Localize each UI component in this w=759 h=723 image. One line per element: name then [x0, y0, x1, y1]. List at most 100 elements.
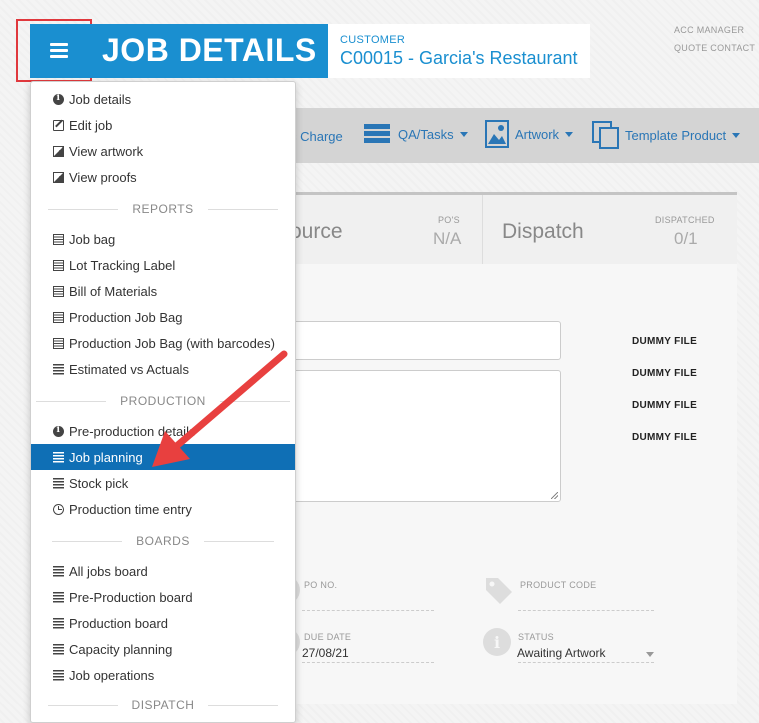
divider: [482, 195, 483, 267]
section-header-boards: BOARDS: [31, 530, 295, 552]
due-date-value[interactable]: 27/08/21: [302, 646, 349, 660]
list-icon: [53, 643, 64, 655]
menu-item-label: Job planning: [69, 449, 143, 465]
template-product-label: Template Product: [625, 127, 727, 143]
customer-name-link[interactable]: C00015 - Garcia's Restaurant: [340, 48, 578, 69]
menu-item-pre-production-board[interactable]: Pre-Production board: [31, 584, 295, 610]
file-link[interactable]: DUMMY FILE: [632, 368, 697, 379]
menu-item-production-job-bag-barcodes[interactable]: Production Job Bag (with barcodes): [31, 330, 295, 356]
status-panel: ource PO'S N/A Dispatch DISPATCHED 0/1: [290, 192, 737, 267]
status-label: STATUS: [518, 632, 554, 642]
template-product-button[interactable]: Template Product: [591, 120, 741, 150]
list-icon: [53, 591, 64, 603]
menu-item-job-planning[interactable]: Job planning: [31, 444, 295, 470]
menu-item-label: Job bag: [69, 231, 116, 247]
menu-item-label: View proofs: [69, 169, 137, 185]
menu-item-stock-pick[interactable]: Stock pick: [31, 470, 295, 496]
dispatched-label: DISPATCHED: [655, 215, 715, 225]
resize-handle-icon[interactable]: [551, 492, 558, 499]
list-icon: [53, 565, 64, 577]
customer-box: CUSTOMER C00015 - Garcia's Restaurant: [328, 24, 590, 78]
pos-label: PO'S: [438, 215, 460, 225]
job-name-input[interactable]: [290, 321, 561, 360]
due-date-label: DUE DATE: [304, 632, 352, 642]
due-date-underline: [302, 662, 434, 663]
menu-item-bill-of-materials[interactable]: Bill of Materials: [31, 278, 295, 304]
misc-charge-button[interactable]: c Charge: [290, 129, 343, 144]
caret-down-icon: [732, 132, 741, 138]
po-no-field[interactable]: [302, 610, 434, 611]
file-link[interactable]: DUMMY FILE: [632, 336, 697, 347]
menu-item-pre-production-details[interactable]: Pre-production details: [31, 418, 295, 444]
job-description-textarea[interactable]: [290, 370, 561, 502]
menu-item-label: Production Job Bag (with barcodes): [69, 335, 275, 351]
document-icon: [53, 233, 64, 245]
page-title-box: JOB DETAILS: [88, 24, 328, 78]
document-icon: [53, 311, 64, 323]
menu-item-all-jobs-board[interactable]: All jobs board: [31, 558, 295, 584]
chevron-down-icon[interactable]: [646, 652, 654, 657]
customer-label: CUSTOMER: [340, 34, 406, 46]
image-icon: [53, 145, 64, 157]
edit-icon: [53, 119, 64, 131]
info-icon: [53, 425, 64, 437]
artwork-label: Artwork: [515, 126, 560, 142]
source-title: ource: [290, 220, 343, 243]
menu-item-label: Production board: [69, 615, 169, 631]
section-header-dispatch: DISPATCH: [31, 694, 295, 716]
menu-item-job-details[interactable]: Job details: [31, 86, 295, 112]
quote-contact-label: QUOTE CONTACT: [674, 43, 756, 53]
image-icon: [485, 120, 509, 148]
info-icon: [53, 93, 64, 105]
menu-item-label: All jobs board: [69, 563, 148, 579]
menu-item-label: Production Job Bag: [69, 309, 183, 325]
product-code-field[interactable]: [518, 610, 654, 611]
list-icon: [53, 363, 64, 375]
status-underline: [518, 662, 654, 663]
menu-item-production-job-bag[interactable]: Production Job Bag: [31, 304, 295, 330]
artwork-button[interactable]: Artwork: [485, 120, 574, 148]
menu-item-capacity-planning[interactable]: Capacity planning: [31, 636, 295, 662]
copy-icon: [592, 121, 619, 149]
list-icon: [53, 451, 64, 463]
section-header-production: PRODUCTION: [31, 390, 295, 412]
menu-item-label: Capacity planning: [69, 641, 173, 657]
highlight-outline: [16, 19, 92, 82]
menu-item-label: Bill of Materials: [69, 283, 158, 299]
job-form-panel: DUMMY FILE DUMMY FILE DUMMY FILE DUMMY F…: [272, 264, 737, 704]
qa-tasks-label: QA/Tasks: [398, 126, 454, 142]
section-header-reports: REPORTS: [31, 198, 295, 220]
image-icon: [53, 171, 64, 183]
dispatch-title: Dispatch: [502, 220, 584, 243]
menu-item-label: Edit job: [69, 117, 113, 133]
menu-item-label: Estimated vs Actuals: [69, 361, 189, 377]
toolbar: c Charge QA/Tasks Artwork Template Produ…: [290, 108, 759, 163]
menu-item-estimated-vs-actuals[interactable]: Estimated vs Actuals: [31, 356, 295, 382]
menu-item-lot-tracking-label[interactable]: Lot Tracking Label: [31, 252, 295, 278]
menu-item-edit-job[interactable]: Edit job: [31, 112, 295, 138]
list-icon: [53, 617, 64, 629]
menu-item-label: View artwork: [69, 143, 144, 159]
po-no-label: PO NO.: [304, 580, 338, 590]
job-menu-dropdown: Job details Edit job View artwork View p…: [30, 81, 296, 723]
menu-item-production-board[interactable]: Production board: [31, 610, 295, 636]
tag-icon: [486, 578, 512, 604]
page-title: JOB DETAILS: [102, 32, 317, 68]
menu-item-job-bag[interactable]: Job bag: [31, 226, 295, 252]
qa-tasks-button[interactable]: QA/Tasks: [364, 120, 468, 148]
status-select[interactable]: Awaiting Artwork: [517, 646, 605, 660]
menu-item-view-proofs[interactable]: View proofs: [31, 164, 295, 190]
menu-item-label: Stock pick: [69, 475, 129, 491]
list-icon: [53, 477, 64, 489]
dispatched-value: 0/1: [674, 229, 698, 248]
document-icon: [53, 259, 64, 271]
list-icon: [53, 669, 64, 681]
menu-item-label: Lot Tracking Label: [69, 257, 176, 273]
menu-item-production-time-entry[interactable]: Production time entry: [31, 496, 295, 522]
menu-item-view-artwork[interactable]: View artwork: [31, 138, 295, 164]
document-icon: [53, 337, 64, 349]
file-link[interactable]: DUMMY FILE: [632, 400, 697, 411]
menu-item-job-operations[interactable]: Job operations: [31, 662, 295, 688]
file-link[interactable]: DUMMY FILE: [632, 432, 697, 443]
product-code-label: PRODUCT CODE: [520, 580, 597, 590]
